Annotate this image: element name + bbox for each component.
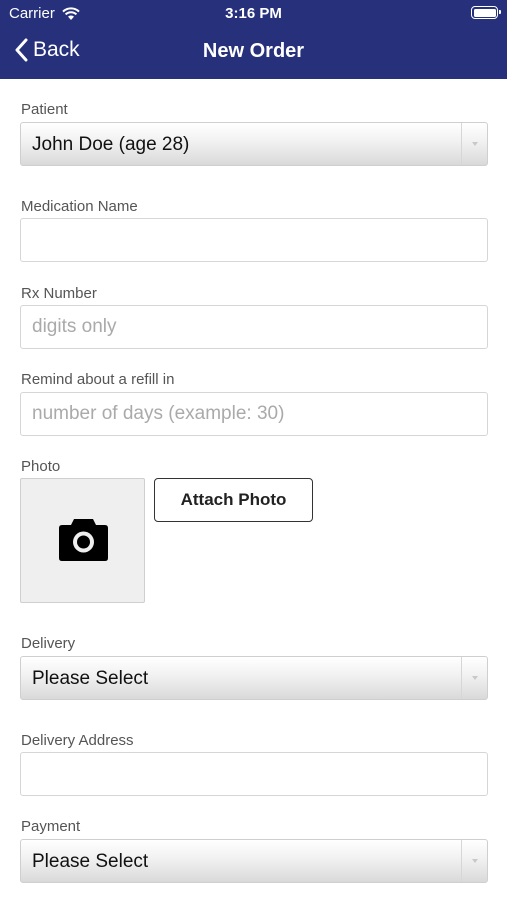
photo-preview[interactable] xyxy=(20,478,145,603)
rx-number-input[interactable] xyxy=(20,305,488,349)
delivery-label: Delivery xyxy=(21,635,76,652)
payment-select-value: Please Select xyxy=(32,851,149,872)
dropdown-arrow-icon xyxy=(461,657,487,699)
back-button[interactable]: Back xyxy=(14,38,80,62)
battery-icon xyxy=(471,6,501,19)
attach-photo-button[interactable]: Attach Photo xyxy=(154,478,313,522)
delivery-address-label: Delivery Address xyxy=(21,732,134,749)
chevron-left-icon xyxy=(15,38,28,62)
patient-select-value: John Doe (age 28) xyxy=(32,134,190,155)
refill-reminder-label: Remind about a refill in xyxy=(21,371,175,388)
navigation-bar: Back New Order xyxy=(0,28,507,79)
back-label: Back xyxy=(33,38,80,61)
delivery-select[interactable]: Please Select xyxy=(20,656,488,700)
status-bar: Carrier 3:16 PM xyxy=(0,0,507,28)
status-time: 3:16 PM xyxy=(225,5,282,22)
medication-name-label: Medication Name xyxy=(21,198,138,215)
patient-label: Patient xyxy=(21,101,68,118)
refill-days-input[interactable] xyxy=(20,392,488,436)
payment-select[interactable]: Please Select xyxy=(20,839,488,883)
photo-label: Photo xyxy=(21,458,61,475)
delivery-address-input[interactable] xyxy=(20,752,488,796)
rx-number-label: Rx Number xyxy=(21,285,97,302)
dropdown-arrow-icon xyxy=(461,123,487,165)
camera-icon xyxy=(59,519,108,561)
dropdown-arrow-icon xyxy=(461,840,487,882)
header: Carrier 3:16 PM Back New Order xyxy=(0,0,507,79)
delivery-select-value: Please Select xyxy=(32,668,149,689)
payment-label: Payment xyxy=(21,818,81,835)
medication-name-input[interactable] xyxy=(20,218,488,262)
patient-select[interactable]: John Doe (age 28) xyxy=(20,122,488,166)
